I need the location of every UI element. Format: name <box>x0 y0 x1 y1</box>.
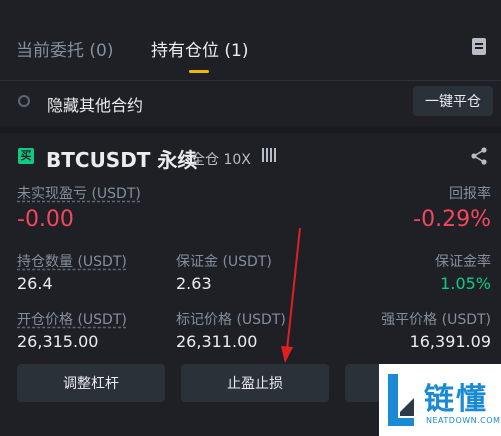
roe-value: -0.29% <box>413 207 491 232</box>
unrealized-pnl-label: 未实现盈亏 (USDT) <box>17 186 141 202</box>
margin-value: 2.63 <box>176 274 212 293</box>
divider <box>0 80 501 81</box>
close-all-button[interactable]: 一键平仓 <box>413 86 493 116</box>
margin-ratio-label: 保证金率 <box>435 254 491 270</box>
logo-l-icon <box>388 374 414 426</box>
tab-positions[interactable]: 持有仓位 (1) <box>151 36 248 61</box>
liq-price-label: 强平价格 (USDT) <box>381 312 491 328</box>
size-value: 26.4 <box>17 274 53 293</box>
margin-label: 保证金 (USDT) <box>176 254 272 270</box>
liq-price-value: 16,391.09 <box>409 332 491 351</box>
size-label: 持仓数量 (USDT) <box>17 254 127 270</box>
section-separator <box>0 126 501 133</box>
position-symbol[interactable]: BTCUSDT 永续 <box>46 144 197 173</box>
leverage-bars-icon <box>262 147 282 162</box>
entry-price-value: 26,315.00 <box>17 332 99 351</box>
watermark-subtext: NEATDOWN.COM <box>426 416 501 425</box>
roe-label: 回报率 <box>449 186 491 202</box>
hide-other-radio[interactable] <box>18 95 30 107</box>
tab-open-orders[interactable]: 当前委托 (0) <box>16 36 113 61</box>
share-icon[interactable] <box>469 146 489 166</box>
entry-price-label: 开仓价格 (USDT) <box>17 312 127 328</box>
mark-price-label: 标记价格 (USDT) <box>176 312 286 328</box>
watermark-text: 链懂 <box>424 382 488 417</box>
unrealized-pnl-value: -0.00 <box>17 207 74 232</box>
position-tabs: 当前委托 (0) 持有仓位 (1) <box>0 0 501 80</box>
filter-row: 隐藏其他合约 一键平仓 <box>0 82 501 122</box>
mark-price-value: 26,311.00 <box>176 332 258 351</box>
long-badge-icon: 买 <box>18 148 34 164</box>
margin-ratio-value: 1.05% <box>440 274 491 293</box>
watermark-logo: 链懂 NEATDOWN.COM <box>379 364 501 436</box>
active-tab-indicator <box>189 70 209 73</box>
document-icon[interactable] <box>472 38 486 55</box>
adjust-leverage-button[interactable]: 调整杠杆 <box>17 364 165 402</box>
margin-type-label: 全仓 10X <box>191 152 251 168</box>
hide-other-label[interactable]: 隐藏其他合约 <box>47 92 143 116</box>
position-header: 买 BTCUSDT 永续 全仓 10X <box>0 138 501 174</box>
tp-sl-button[interactable]: 止盈止损 <box>181 364 329 402</box>
